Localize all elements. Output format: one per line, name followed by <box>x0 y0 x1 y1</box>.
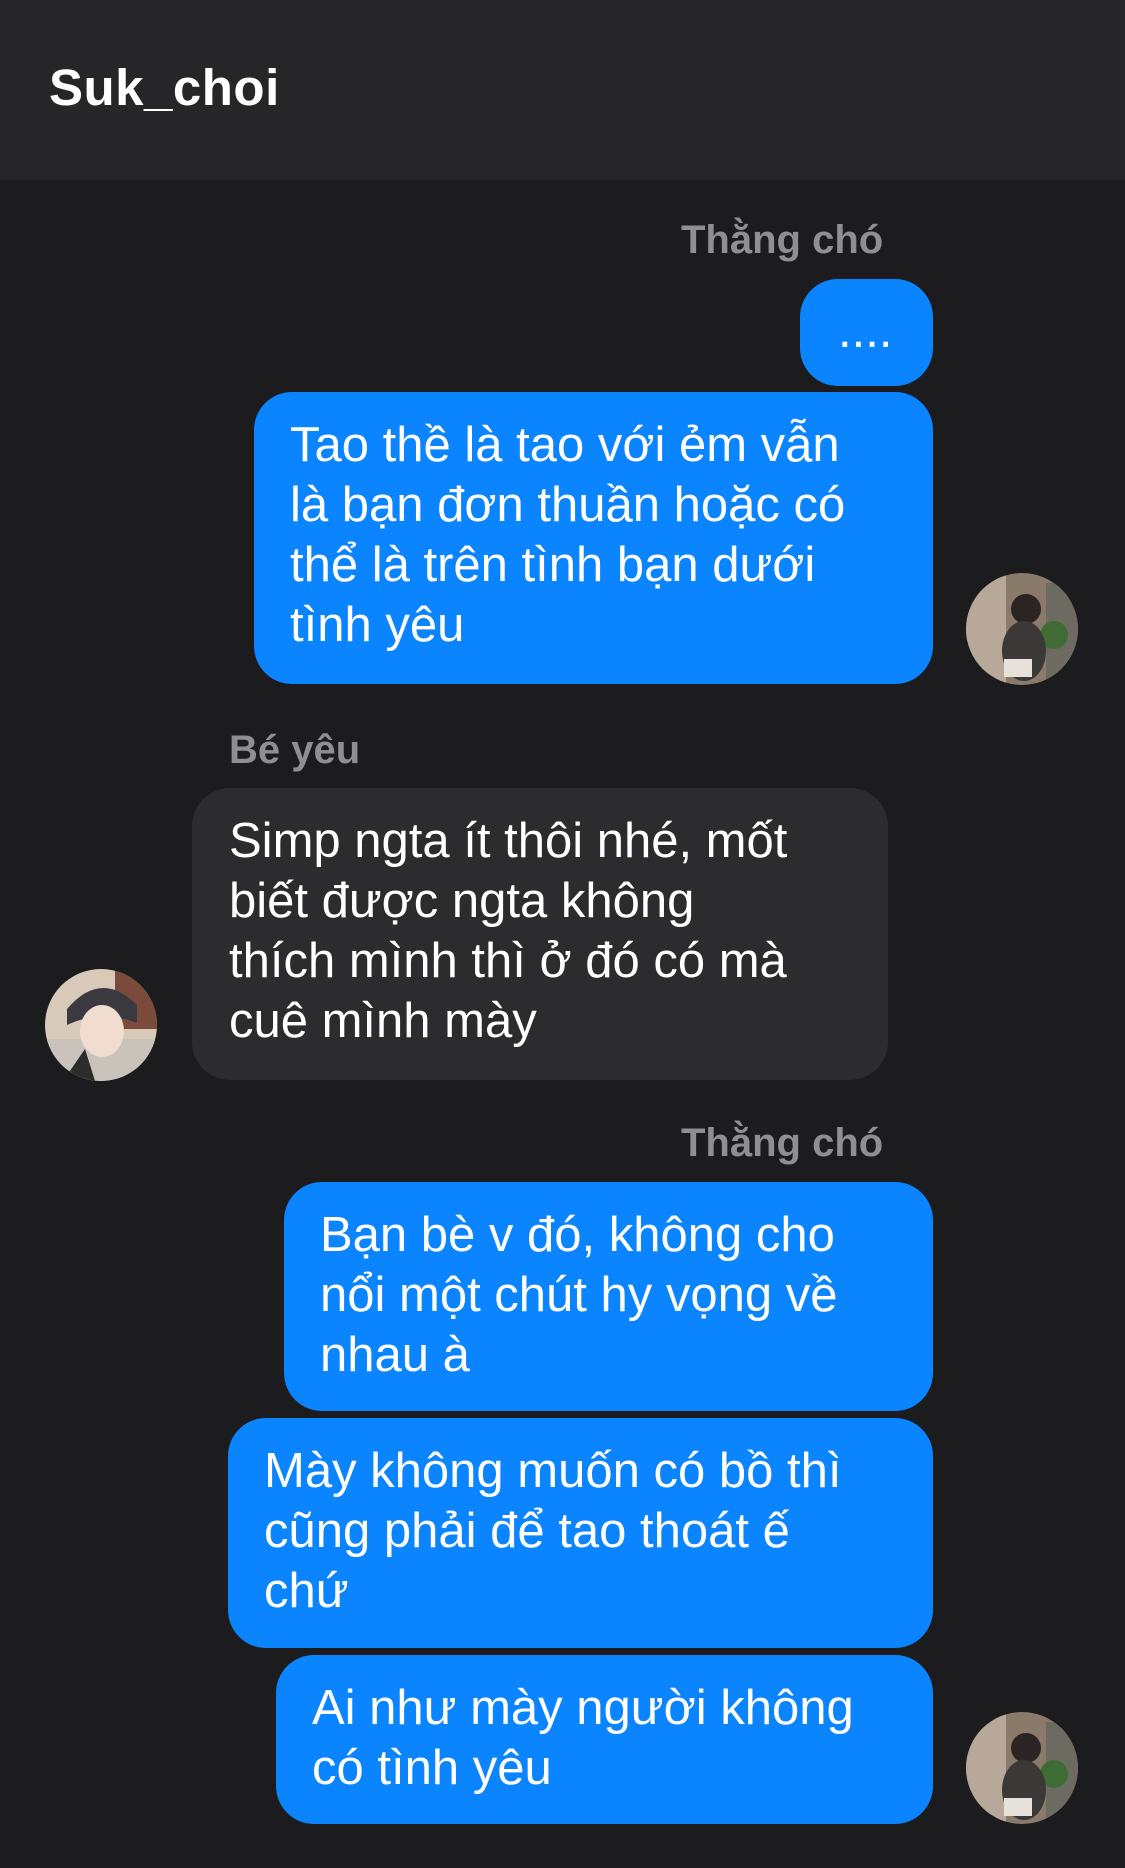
avatar-self[interactable] <box>966 1712 1078 1824</box>
avatar-other[interactable] <box>45 969 157 1081</box>
message-bubble-outgoing[interactable]: Tao thề là tao với ẻm vẫn là bạn đơn thu… <box>254 392 933 684</box>
message-text: .... <box>838 304 893 358</box>
message-line: Ai như mày người không <box>312 1681 854 1735</box>
message-line: cũng phải để tao thoát ế <box>264 1504 790 1558</box>
sender-name: Thằng chó <box>681 1121 884 1165</box>
sender-name: Thằng chó <box>681 218 884 262</box>
message-line: biết được ngta không <box>229 874 695 928</box>
message-line: tình yêu <box>290 598 465 652</box>
chat-title[interactable]: Suk_choi <box>49 58 280 117</box>
message-line: là bạn đơn thuần hoặc có <box>290 478 846 532</box>
message-line: chứ <box>264 1564 349 1618</box>
message-line: có tình yêu <box>312 1741 552 1795</box>
message-line: cuê mình mày <box>229 994 537 1048</box>
message-line: Mày không muốn có bồ thì <box>264 1444 842 1498</box>
avatar-self[interactable] <box>966 573 1078 685</box>
message-line: thích mình thì ở đó có mà <box>229 934 787 988</box>
message-line: nhau à <box>320 1328 470 1382</box>
avatar-photo-icon <box>966 1712 1078 1824</box>
message-line: thể là trên tình bạn dưới <box>290 538 816 592</box>
message-line: Bạn bè v đó, không cho <box>320 1208 835 1262</box>
sender-name: Bé yêu <box>229 728 361 772</box>
chat-header: Suk_choi <box>0 0 1125 180</box>
message-line: Simp ngta ít thôi nhé, mốt <box>229 814 788 868</box>
message-bubble-outgoing[interactable]: Mày không muốn có bồ thì cũng phải để ta… <box>228 1418 933 1648</box>
message-bubble-outgoing[interactable]: Bạn bè v đó, không cho nổi một chút hy v… <box>284 1182 933 1411</box>
avatar-photo-icon <box>45 969 157 1081</box>
message-line: Tao thề là tao với ẻm vẫn <box>290 418 840 472</box>
message-bubble-outgoing[interactable]: Ai như mày người không có tình yêu <box>276 1655 933 1824</box>
avatar-photo-icon <box>966 573 1078 685</box>
message-line: nổi một chút hy vọng về <box>320 1268 838 1322</box>
message-bubble-outgoing[interactable]: .... <box>800 279 933 386</box>
message-bubble-incoming[interactable]: Simp ngta ít thôi nhé, mốt biết được ngt… <box>192 788 888 1080</box>
